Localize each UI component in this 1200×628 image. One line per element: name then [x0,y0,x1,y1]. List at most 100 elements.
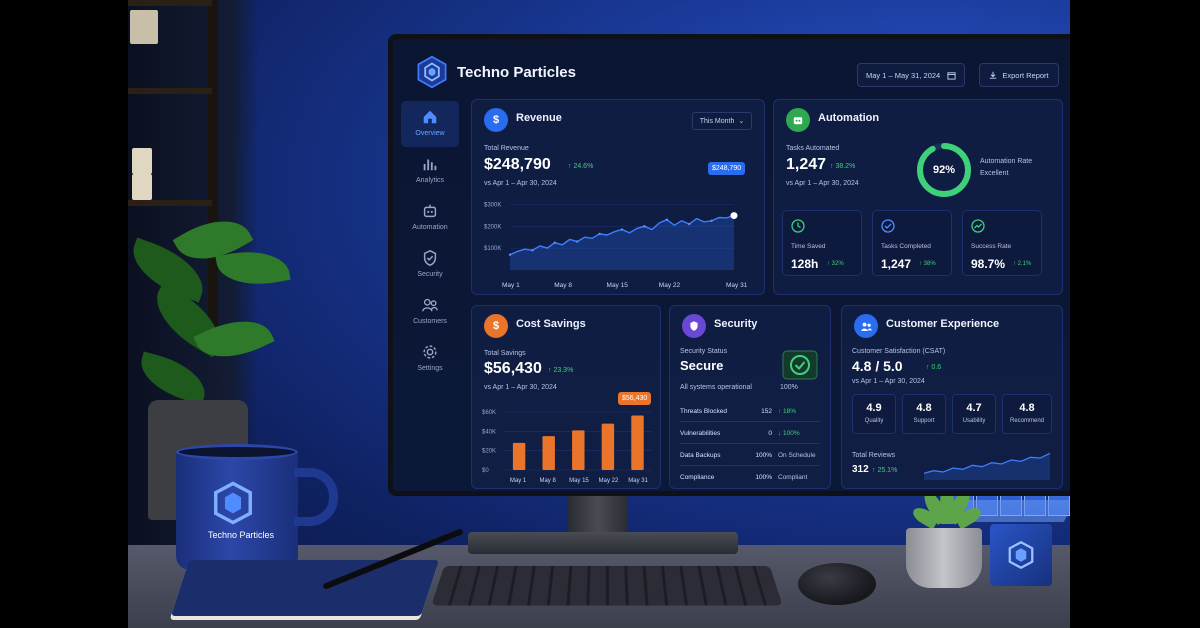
mouse [798,563,876,605]
monitor-stand [568,490,628,536]
logo-cube [990,524,1052,586]
keyboard [431,565,783,606]
cost-savings-title: Cost Savings [516,318,586,330]
sidebar-item-label: Security [417,271,443,278]
shelf-vase [132,148,152,174]
cost-savings-bar [572,430,585,470]
sidebar-item-label: Overview [415,130,445,137]
revenue-point [553,241,556,244]
period-select[interactable]: This Month ⌄ [692,112,752,130]
check-circle-icon [881,219,895,233]
revenue-point [508,253,512,256]
total-savings-value: $56,430 [484,360,542,377]
automation-rate-label: Automation Rate [980,158,1033,165]
time-saved-tile: Time Saved 128h ↑ 32% [782,210,862,276]
date-range-picker[interactable]: May 1 – May 31, 2024 [857,63,965,87]
mug-logo-icon [214,481,252,525]
mini-label: Success Rate [971,243,1012,250]
cost-savings-chart: $0 $20K $40K $60K May 1 May 8 May 15 May 22 May … [482,410,652,484]
security-row-status: ↓ 100% [778,430,800,437]
cost-savings-bar [601,423,615,470]
photo-scene: Techno Particles Techno Particles May 1 … [128,0,1070,628]
security-row: Compliance 100% Compliant [680,466,820,488]
mug-handle [294,468,338,526]
dollar-icon: $ [484,314,508,338]
cost-savings-bar [542,436,555,470]
clock-icon [791,219,805,233]
y-tick-label: $0 [482,468,489,474]
security-row-key: Compliance [680,474,715,481]
export-report-button[interactable]: Export Report [979,63,1059,87]
revenue-point [598,232,601,236]
sidebar-item-security[interactable]: Security [401,242,459,288]
bar-chart-icon [423,159,437,171]
security-title: Security [714,318,758,330]
security-row-status: Compliant [778,474,808,481]
automation-rate-value: 92% [932,164,956,176]
total-savings-label: Total Savings [484,350,526,357]
y-tick-label: $100K [484,246,501,252]
top-bar: Techno Particles May 1 – May 31, 2024 Ex… [393,39,1070,99]
shelf [128,200,212,206]
x-tick-label: May 8 [554,282,572,289]
brand[interactable]: Techno Particles [415,55,576,89]
mini-delta: ↑ 38% [919,261,936,267]
security-row-key: Data Backups [680,452,721,459]
automation-card: Automation Tasks Automated 1,247 ↑ 38.2%… [773,99,1063,295]
revenue-area [510,215,734,270]
csat-delta: ↑ 0.6 [926,364,942,371]
score-label: Usability [962,418,986,424]
sidebar-item-overview[interactable]: Overview [401,101,459,147]
cube-logo-icon [1008,540,1034,570]
notebook [170,560,440,616]
sidebar-item-settings[interactable]: Settings [401,336,459,382]
total-reviews-value: 312 [852,464,869,475]
robot-icon [786,108,810,132]
revenue-point [576,240,579,243]
sidebar-item-label: Customers [413,318,447,325]
x-tick-label: May 31 [628,478,648,484]
score-value: 4.8 [1019,402,1035,414]
automation-compare: vs Apr 1 – Apr 30, 2024 [786,180,859,187]
shield-icon [682,314,706,338]
brand-logo-icon [417,55,447,89]
users-icon [854,314,878,338]
score-value: 4.8 [916,402,932,414]
x-tick-label: May 15 [569,478,589,484]
download-icon [990,71,997,79]
score-value: 4.9 [866,402,882,414]
score-quality: 4.9 Quality [852,394,896,434]
y-tick-label: $60K [482,410,496,416]
calendar-icon [947,71,956,80]
revenue-point [620,228,624,231]
cost-savings-card: $ Cost Savings Total Savings $56,430 ↑ 2… [471,305,661,489]
cost-savings-bar [512,442,526,470]
security-row: Threats Blocked 152 ↑ 18% [680,400,820,422]
sidebar-item-automation[interactable]: Automation [401,195,459,241]
sidebar-item-customers[interactable]: Customers [401,289,459,335]
score-label: Recommend [1009,418,1044,424]
total-reviews-label: Total Reviews [852,452,896,459]
mini-value: 1,247 [881,257,912,271]
gear-icon [423,345,437,359]
score-label: Support [913,418,935,424]
dollar-icon: $ [484,108,508,132]
security-row: Data Backups 100% On Schedule [680,444,820,466]
reviews-trend-chart [923,452,1051,480]
csat-label: Customer Satisfaction (CSAT) [852,348,946,355]
security-status-percent: 100% [780,384,798,391]
revenue-point [710,219,713,222]
revenue-point [665,218,668,221]
cost-savings-compare: vs Apr 1 – Apr 30, 2024 [484,384,557,391]
sidebar-item-analytics[interactable]: Analytics [401,148,459,194]
revenue-card: $ Revenue This Month ⌄ Total Revenue $24… [471,99,765,295]
score-support: 4.8 Support [902,394,946,434]
mini-label: Tasks Completed [881,243,931,250]
cost-savings-bar [631,415,644,470]
shelf-frame [208,0,218,330]
trend-up-icon [971,219,985,233]
x-tick-label: May 31 [726,282,748,289]
revenue-chart: $100K $200K $300K May 1 May 8 May 15 May 22 May… [484,202,748,289]
mini-value: 128h [791,257,819,271]
tasks-automated-value: 1,247 [786,156,827,173]
